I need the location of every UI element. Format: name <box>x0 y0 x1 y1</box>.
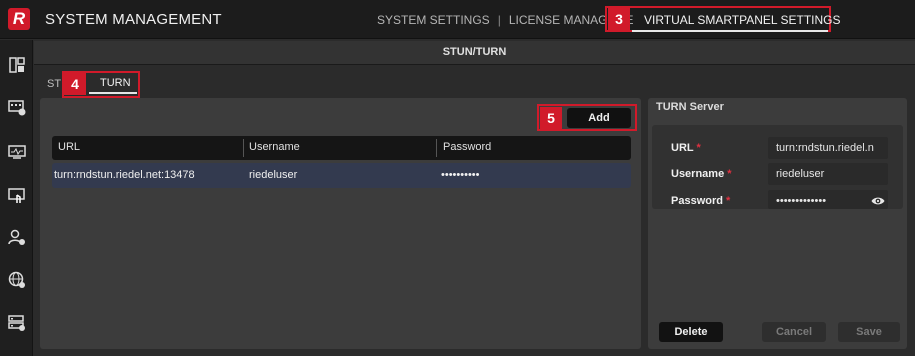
column-divider <box>243 139 244 157</box>
cell-url: turn:rndstun.riedel.net:13478 <box>54 169 195 181</box>
user-settings-icon[interactable] <box>8 228 26 246</box>
section-header: STUN/TURN <box>34 41 915 65</box>
url-field[interactable]: turn:rndstun.riedel.n <box>768 137 888 159</box>
column-divider <box>436 139 437 157</box>
nav-active-underline <box>632 30 828 32</box>
turn-server-title: TURN Server <box>656 101 724 113</box>
required-marker: * <box>696 142 701 154</box>
required-marker: * <box>727 168 732 180</box>
device-add-icon[interactable] <box>8 98 26 116</box>
cell-username: riedeluser <box>249 169 298 181</box>
tab-stun[interactable]: ST <box>47 78 61 90</box>
globe-settings-icon[interactable] <box>8 271 26 289</box>
app-logo: R <box>8 8 30 30</box>
tab-active-underline <box>89 92 137 94</box>
app-title: SYSTEM MANAGEMENT <box>45 11 222 28</box>
delete-button[interactable]: Delete <box>659 322 723 342</box>
server-settings-icon[interactable] <box>8 314 26 332</box>
required-marker: * <box>726 195 731 207</box>
step-badge-5: 5 <box>540 107 562 129</box>
section-title: STUN/TURN <box>442 46 507 58</box>
password-label: Password * <box>671 195 731 207</box>
cancel-button[interactable]: Cancel <box>762 322 826 342</box>
nav-separator: | <box>497 13 501 27</box>
save-button[interactable]: Save <box>838 322 900 342</box>
username-field[interactable]: riedeluser <box>768 163 888 185</box>
nav-virtual-smartpanel-settings[interactable]: VIRTUAL SMARTPANEL SETTINGS <box>644 13 841 27</box>
table-row[interactable]: turn:rndstun.riedel.net:13478 riedeluser… <box>52 163 631 188</box>
username-label: Username * <box>671 168 732 180</box>
cell-password: •••••••••• <box>441 169 480 181</box>
step-badge-3: 3 <box>608 8 630 30</box>
tab-turn[interactable]: TURN <box>100 77 131 89</box>
column-header-url[interactable]: URL <box>58 141 80 153</box>
step-badge-4: 4 <box>64 73 86 95</box>
add-button[interactable]: Add <box>567 108 631 128</box>
column-header-username[interactable]: Username <box>249 141 300 153</box>
top-nav: SYSTEM SETTINGS | LICENSE MANAGEME <box>377 13 634 27</box>
layout-icon[interactable] <box>8 56 26 74</box>
table-header: URL Username Password <box>52 136 631 160</box>
password-field[interactable]: ••••••••••••• <box>768 190 888 209</box>
monitor-icon[interactable] <box>8 143 26 161</box>
url-label: URL * <box>671 142 701 154</box>
nav-system-settings[interactable]: SYSTEM SETTINGS <box>377 13 490 27</box>
show-password-eye-icon[interactable] <box>871 196 885 206</box>
touch-panel-icon[interactable] <box>8 187 26 205</box>
column-header-password[interactable]: Password <box>443 141 491 153</box>
